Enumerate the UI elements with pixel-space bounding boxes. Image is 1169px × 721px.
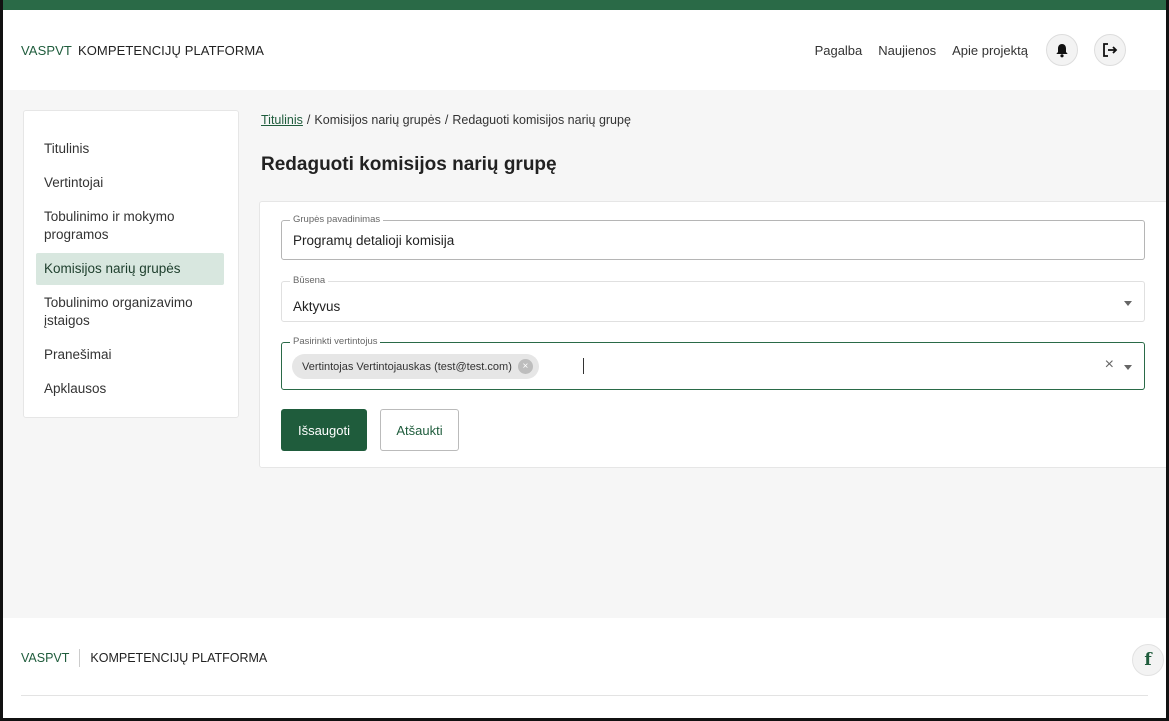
sidebar-item-apklausos[interactable]: Apklausos [36,373,224,405]
app-window: VASPVT KOMPETENCIJŲ PLATFORMA Pagalba Nau… [0,0,1169,721]
sidebar-item-komisijos[interactable]: Komisijos narių grupės [36,253,224,285]
chevron-down-icon[interactable] [1124,301,1132,306]
breadcrumb-home[interactable]: Titulinis [261,113,303,127]
logout-button[interactable] [1094,34,1126,66]
breadcrumb-separator: / [306,113,311,127]
assessor-chip: Vertintojas Vertintojauskas (test@test.c… [292,354,539,379]
nav-news[interactable]: Naujienos [878,43,936,58]
footer-divider-line [21,695,1148,696]
assessors-label: Pasirinkti vertintojus [290,336,381,347]
header-nav: Pagalba Naujienos Apie projektą [799,34,1126,66]
logout-icon [1103,43,1118,57]
chevron-down-icon[interactable] [1124,365,1132,370]
nav-about[interactable]: Apie projektą [952,43,1028,58]
breadcrumb-level1: Komisijos narių grupės [314,113,441,127]
assessor-chip-label: Vertintojas Vertintojauskas (test@test.c… [302,360,512,373]
breadcrumb-separator: / [444,113,449,127]
sidebar-item-vertintojai[interactable]: Vertintojai [36,167,224,199]
brand-org: VASPVT [21,42,72,58]
sidebar-item-istaigos[interactable]: Tobulinimo organizavimo įstaigos [36,287,224,337]
group-name-field[interactable]: Grupės pavadinimas Programų detalioji ko… [281,214,1145,260]
breadcrumb: Titulinis / Komisijos narių grupės / Redaguo… [261,113,631,127]
footer-brand[interactable]: VASPVT KOMPETENCIJŲ PLATFORMA [21,649,267,667]
group-name-value[interactable]: Programų detalioji komisija [293,233,454,248]
facebook-icon[interactable]: f [1132,644,1164,676]
brand-logo[interactable]: VASPVT KOMPETENCIJŲ PLATFORMA [21,43,264,58]
cancel-button[interactable]: Atšaukti [380,409,459,451]
footer-divider [79,649,81,667]
footer-brand-org: VASPVT [21,651,70,665]
sidebar-item-titulinis[interactable]: Titulinis [36,133,224,165]
site-header: VASPVT KOMPETENCIJŲ PLATFORMA Pagalba Nau… [3,10,1166,90]
edit-group-form: Grupės pavadinimas Programų detalioji ko… [259,201,1166,468]
site-footer: VASPVT KOMPETENCIJŲ PLATFORMA f [3,618,1166,718]
nav-help[interactable]: Pagalba [815,43,863,58]
status-label: Būsena [290,275,329,286]
assessors-multiselect[interactable]: Pasirinkti vertintojus Vertintojas Verti… [281,336,1145,390]
brand-name: KOMPETENCIJŲ PLATFORMA [77,42,265,58]
breadcrumb-current: Redaguoti komisijos narių grupę [452,113,631,127]
sidebar-item-pranesimai[interactable]: Pranešimai [36,339,224,371]
text-cursor [583,358,584,374]
clear-icon[interactable]: × [1105,356,1114,374]
top-accent-bar [3,0,1166,10]
status-select[interactable]: Būsena Aktyvus [281,275,1145,322]
chip-remove-icon[interactable]: × [517,359,533,374]
sidebar-item-programos[interactable]: Tobulinimo ir mokymo programos [36,201,224,251]
notifications-button[interactable] [1046,34,1078,66]
sidebar: Titulinis Vertintojai Tobulinimo ir moky… [23,110,239,418]
footer-brand-name: KOMPETENCIJŲ PLATFORMA [90,651,268,665]
bell-icon [1056,43,1068,57]
group-name-label: Grupės pavadinimas [290,214,384,225]
page-title: Redaguoti komisijos narių grupę [261,154,557,175]
status-value: Aktyvus [293,299,341,314]
save-button[interactable]: Išsaugoti [281,409,367,451]
